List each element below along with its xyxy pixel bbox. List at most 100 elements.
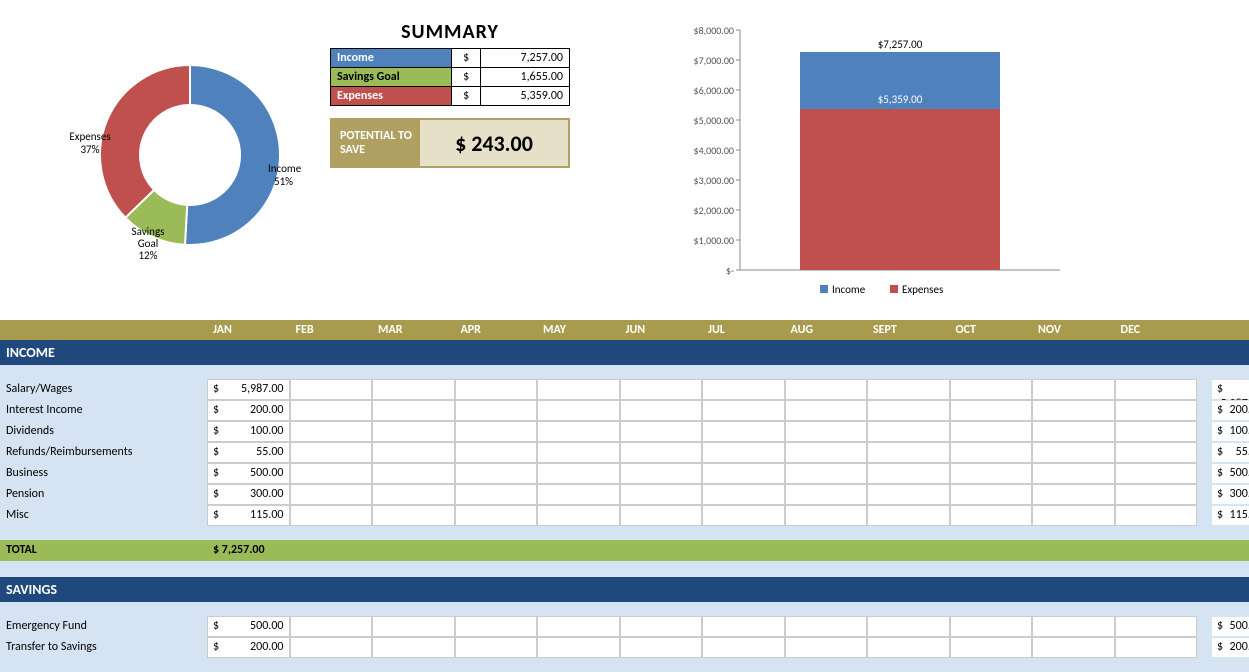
cell[interactable] xyxy=(620,400,703,421)
cell[interactable] xyxy=(1032,463,1115,484)
cell[interactable] xyxy=(372,463,455,484)
cell[interactable] xyxy=(537,442,620,463)
cell[interactable] xyxy=(867,463,950,484)
cell[interactable] xyxy=(950,484,1033,505)
cell[interactable]: $55.00 xyxy=(207,442,290,463)
cell[interactable] xyxy=(620,379,703,400)
cell[interactable] xyxy=(785,442,868,463)
cell[interactable] xyxy=(290,379,373,400)
cell[interactable] xyxy=(620,505,703,526)
cell[interactable] xyxy=(620,442,703,463)
cell[interactable] xyxy=(867,637,950,658)
cell[interactable] xyxy=(1032,505,1115,526)
cell[interactable]: $200.00 xyxy=(207,637,290,658)
cell[interactable] xyxy=(372,400,455,421)
cell[interactable] xyxy=(950,421,1033,442)
cell[interactable] xyxy=(372,505,455,526)
cell[interactable] xyxy=(785,421,868,442)
cell[interactable] xyxy=(290,463,373,484)
cell[interactable] xyxy=(372,637,455,658)
cell[interactable] xyxy=(702,421,785,442)
cell[interactable] xyxy=(785,616,868,637)
cell[interactable] xyxy=(1032,400,1115,421)
cell[interactable] xyxy=(372,442,455,463)
cell[interactable] xyxy=(867,616,950,637)
cell[interactable]: $200.00 xyxy=(207,400,290,421)
cell[interactable] xyxy=(290,421,373,442)
cell[interactable] xyxy=(867,421,950,442)
cell[interactable] xyxy=(1115,442,1198,463)
cell[interactable] xyxy=(537,484,620,505)
cell[interactable] xyxy=(785,463,868,484)
cell[interactable] xyxy=(950,505,1033,526)
cell[interactable] xyxy=(537,379,620,400)
cell[interactable] xyxy=(702,616,785,637)
cell[interactable] xyxy=(620,421,703,442)
cell[interactable] xyxy=(785,637,868,658)
cell[interactable] xyxy=(620,616,703,637)
cell[interactable] xyxy=(455,421,538,442)
cell[interactable] xyxy=(1115,379,1198,400)
cell[interactable] xyxy=(372,616,455,637)
cell[interactable] xyxy=(702,484,785,505)
cell[interactable] xyxy=(620,463,703,484)
cell[interactable] xyxy=(702,463,785,484)
cell[interactable] xyxy=(290,637,373,658)
cell[interactable] xyxy=(785,379,868,400)
cell[interactable]: $300.00 xyxy=(207,484,290,505)
cell[interactable] xyxy=(455,463,538,484)
cell[interactable] xyxy=(950,463,1033,484)
cell[interactable] xyxy=(372,379,455,400)
cell[interactable] xyxy=(1115,421,1198,442)
cell[interactable]: $115.00 xyxy=(207,505,290,526)
cell[interactable] xyxy=(620,484,703,505)
cell[interactable] xyxy=(537,463,620,484)
cell[interactable] xyxy=(867,379,950,400)
cell[interactable]: $500.00 xyxy=(207,463,290,484)
cell[interactable] xyxy=(290,400,373,421)
cell[interactable] xyxy=(290,442,373,463)
cell[interactable] xyxy=(950,442,1033,463)
cell[interactable] xyxy=(290,505,373,526)
cell[interactable] xyxy=(1115,505,1198,526)
cell[interactable] xyxy=(950,400,1033,421)
cell[interactable] xyxy=(537,637,620,658)
cell[interactable] xyxy=(1115,616,1198,637)
cell[interactable]: $500.00 xyxy=(207,616,290,637)
cell[interactable] xyxy=(1115,484,1198,505)
cell[interactable] xyxy=(455,442,538,463)
cell[interactable] xyxy=(785,484,868,505)
cell[interactable] xyxy=(290,616,373,637)
cell[interactable] xyxy=(950,616,1033,637)
cell[interactable] xyxy=(1032,442,1115,463)
cell[interactable] xyxy=(1032,484,1115,505)
cell[interactable] xyxy=(537,616,620,637)
cell[interactable]: $100.00 xyxy=(207,421,290,442)
cell[interactable] xyxy=(867,400,950,421)
cell[interactable] xyxy=(867,442,950,463)
cell[interactable] xyxy=(702,442,785,463)
cell[interactable] xyxy=(455,400,538,421)
cell[interactable] xyxy=(1032,379,1115,400)
cell[interactable] xyxy=(455,616,538,637)
cell[interactable] xyxy=(455,637,538,658)
cell[interactable] xyxy=(537,400,620,421)
cell[interactable] xyxy=(950,379,1033,400)
cell[interactable] xyxy=(785,400,868,421)
cell[interactable] xyxy=(537,421,620,442)
cell[interactable] xyxy=(702,505,785,526)
cell[interactable] xyxy=(1032,616,1115,637)
cell[interactable] xyxy=(372,421,455,442)
cell[interactable] xyxy=(867,484,950,505)
cell[interactable] xyxy=(290,484,373,505)
cell[interactable] xyxy=(1032,637,1115,658)
cell[interactable] xyxy=(1115,463,1198,484)
cell[interactable] xyxy=(455,379,538,400)
cell[interactable] xyxy=(950,637,1033,658)
cell[interactable] xyxy=(620,637,703,658)
cell[interactable] xyxy=(372,484,455,505)
cell[interactable] xyxy=(455,505,538,526)
cell[interactable] xyxy=(1115,400,1198,421)
cell[interactable] xyxy=(455,484,538,505)
cell[interactable] xyxy=(785,505,868,526)
